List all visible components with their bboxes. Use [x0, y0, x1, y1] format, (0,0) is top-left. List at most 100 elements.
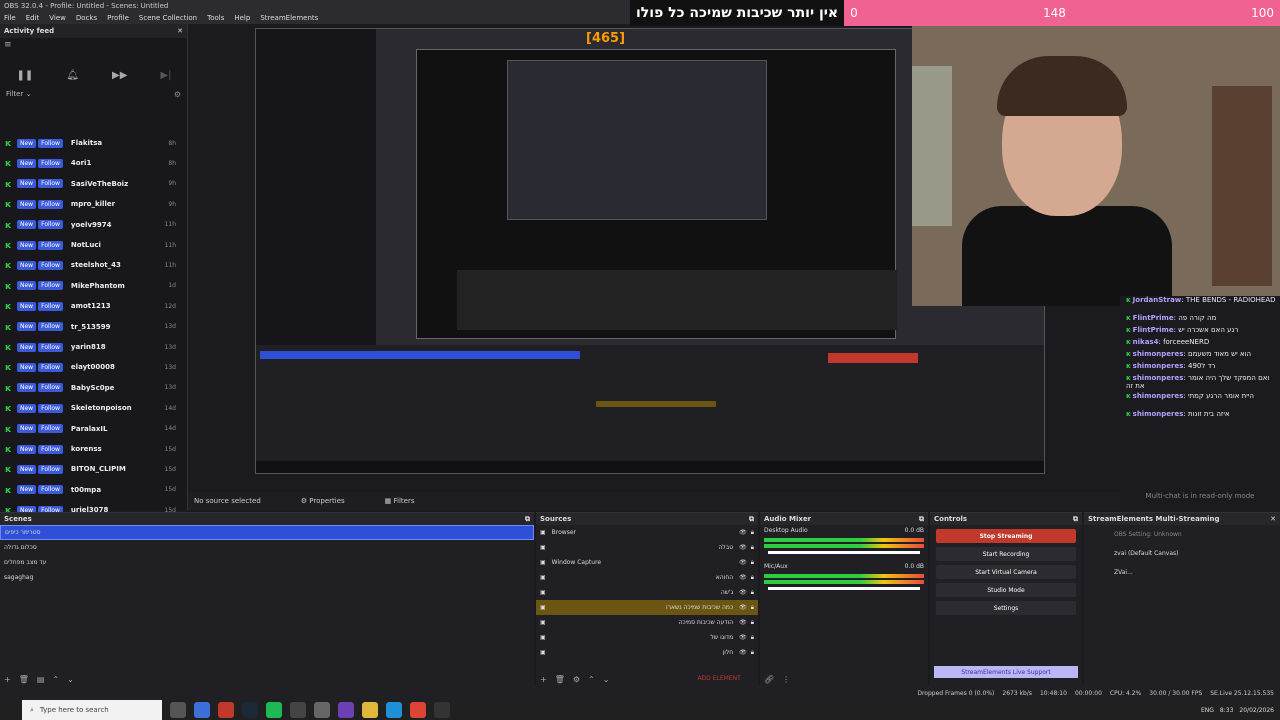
spotify-icon[interactable]	[266, 702, 282, 718]
lock-icon[interactable]: 🔒︎	[751, 619, 754, 627]
multistream-row[interactable]: ZVai...	[1084, 559, 1280, 578]
feed-item[interactable]: ᴋ New Follow BITON_CLIPIM 15d	[0, 460, 180, 478]
multistream-row[interactable]: zvai (Default Canvas)	[1084, 540, 1280, 559]
up-icon[interactable]: ⌃	[52, 675, 59, 684]
start-virtual-camera-button[interactable]: Start Virtual Camera	[936, 565, 1076, 579]
app-icon[interactable]	[314, 702, 330, 718]
gear-icon[interactable]: ⚙	[174, 90, 181, 99]
feed-item[interactable]: ᴋ New Follow BabySc0pe 13d	[0, 379, 180, 397]
source-item[interactable]: ▣ מדוגו של 👁︎ 🔒︎	[536, 630, 758, 645]
steam-icon[interactable]	[242, 702, 258, 718]
feed-item[interactable]: ᴋ New Follow tr_513599 13d	[0, 318, 180, 336]
visibility-icon[interactable]: 👁︎	[739, 649, 747, 656]
next-icon[interactable]: ▶|	[160, 70, 171, 81]
feed-item[interactable]: ᴋ New Follow amot1213 12d	[0, 297, 180, 315]
obs-icon[interactable]	[434, 702, 450, 718]
source-item[interactable]: ▣ כמה שכיבות שמיכה נשארו 👁︎ 🔒︎	[536, 600, 758, 615]
source-item[interactable]: ▣ חלון 👁︎ 🔒︎	[536, 645, 758, 660]
filters-button[interactable]: ▦ Filters	[385, 497, 415, 505]
pause-icon[interactable]: ❚❚	[17, 70, 34, 81]
feed-item[interactable]: ᴋ New Follow steelshot_43 11h	[0, 256, 180, 274]
source-item[interactable]: ▣ החוהא 👁︎ 🔒︎	[536, 570, 758, 585]
undock-icon[interactable]: ⧉	[1073, 515, 1078, 524]
visibility-icon[interactable]: 👁︎	[739, 589, 747, 596]
menu-view[interactable]: View	[49, 14, 66, 22]
menu-file[interactable]: File	[4, 14, 16, 22]
lock-icon[interactable]: 🔒︎	[751, 634, 754, 642]
feed-item[interactable]: ᴋ New Follow t00mpa 15d	[0, 481, 180, 499]
menu-scene-collection[interactable]: Scene Collection	[139, 14, 197, 22]
visibility-icon[interactable]: 👁︎	[739, 634, 747, 641]
feed-item[interactable]: ᴋ New Follow elayt00008 13d	[0, 358, 180, 376]
menu-tools[interactable]: Tools	[207, 14, 224, 22]
lock-icon[interactable]: 🔒︎	[751, 574, 754, 582]
feed-item[interactable]: ᴋ New Follow korenss 15d	[0, 440, 180, 458]
scene-item[interactable]: סטרימר כיפים	[0, 525, 534, 540]
lock-icon[interactable]: 🔒︎	[751, 589, 754, 597]
source-item[interactable]: ▣ טבלה 👁︎ 🔒︎	[536, 540, 758, 555]
feed-item[interactable]: ᴋ New Follow yarin818 13d	[0, 338, 180, 356]
filter-icon[interactable]: ▤	[37, 675, 45, 684]
start-recording-button[interactable]: Start Recording	[936, 547, 1076, 561]
app-icon[interactable]	[218, 702, 234, 718]
volume-slider[interactable]	[768, 587, 920, 590]
edge-icon[interactable]	[386, 702, 402, 718]
source-item[interactable]: ▣ Window Capture 👁︎ 🔒︎	[536, 555, 758, 570]
feed-item[interactable]: ᴋ New Follow MikePhantom 1d	[0, 277, 180, 295]
link-icon[interactable]: 🔗︎	[764, 675, 774, 684]
app-icon[interactable]	[338, 702, 354, 718]
scene-item[interactable]: sagaghag	[0, 570, 534, 585]
feed-item[interactable]: ᴋ New Follow NotLuci 11h	[0, 236, 180, 254]
feed-item[interactable]: ᴋ New Follow yoelv9974 11h	[0, 216, 180, 234]
feed-item[interactable]: ᴋ New Follow Flakitsa 8h	[0, 134, 180, 152]
settings-button[interactable]: Settings	[936, 601, 1076, 615]
feed-item[interactable]: ᴋ New Follow ParalaxIL 14d	[0, 420, 180, 438]
visibility-icon[interactable]: 👁︎	[739, 544, 747, 551]
visibility-icon[interactable]: 👁︎	[739, 529, 747, 536]
trash-icon[interactable]: 🗑︎	[555, 675, 565, 684]
date[interactable]: 20/02/2026	[1239, 707, 1274, 714]
feed-item[interactable]: ᴋ New Follow mpro_killer 9h	[0, 195, 180, 213]
language-indicator[interactable]: ENG	[1201, 707, 1214, 714]
folder-icon[interactable]	[362, 702, 378, 718]
feed-item[interactable]: ᴋ New Follow Skeletonpoison 14d	[0, 399, 180, 417]
app-icon[interactable]	[290, 702, 306, 718]
live-support-button[interactable]: StreamElements Live Support	[934, 666, 1078, 678]
skip-icon[interactable]: ▶▶	[112, 70, 127, 81]
menu-profile[interactable]: Profile	[107, 14, 129, 22]
lock-icon[interactable]: 🔒︎	[751, 559, 754, 567]
taskbar-search[interactable]: ⌕ Type here to search	[22, 700, 162, 720]
close-icon[interactable]: ✕	[177, 27, 183, 35]
bell-icon[interactable]: 🔔︎	[66, 70, 79, 81]
task-view-icon[interactable]	[170, 702, 186, 718]
stop-streaming-button[interactable]: Stop Streaming	[936, 529, 1076, 543]
menu-edit[interactable]: Edit	[26, 14, 40, 22]
lock-icon[interactable]: 🔒︎	[751, 529, 754, 537]
lock-icon[interactable]: 🔒︎	[751, 544, 754, 552]
add-icon[interactable]: +	[4, 675, 11, 684]
filter-dropdown[interactable]: Filter ⌄	[6, 90, 31, 98]
source-item[interactable]: ▣ Browser 👁︎ 🔒︎	[536, 525, 758, 540]
down-icon[interactable]: ⌄	[603, 675, 610, 684]
volume-slider[interactable]	[768, 551, 920, 554]
visibility-icon[interactable]: 👁︎	[739, 559, 747, 566]
studio-mode-button[interactable]: Studio Mode	[936, 583, 1076, 597]
menu-help[interactable]: Help	[234, 14, 250, 22]
scene-item[interactable]: עד מצב מפחלים	[0, 555, 534, 570]
add-icon[interactable]: +	[540, 675, 547, 684]
menu-streamelements[interactable]: StreamElements	[260, 14, 318, 22]
feed-item[interactable]: ᴋ New Follow SasiVeTheBoiz 9h	[0, 175, 180, 193]
visibility-icon[interactable]: 👁︎	[739, 604, 747, 611]
source-item[interactable]: ▣ ג'שה 👁︎ 🔒︎	[536, 585, 758, 600]
undock-icon[interactable]: ⧉	[525, 515, 530, 524]
add-element-button[interactable]: ADD ELEMENT	[697, 675, 740, 684]
up-icon[interactable]: ⌃	[588, 675, 595, 684]
more-icon[interactable]: ⋮	[782, 675, 790, 684]
undock-icon[interactable]: ⧉	[749, 515, 754, 524]
gear-icon[interactable]: ⚙	[573, 675, 580, 684]
lock-icon[interactable]: 🔒︎	[751, 649, 754, 657]
visibility-icon[interactable]: 👁︎	[739, 619, 747, 626]
trash-icon[interactable]: 🗑︎	[19, 675, 29, 684]
undock-icon[interactable]: ⧉	[919, 515, 924, 524]
scene-item[interactable]: סכלום גדולה	[0, 540, 534, 555]
